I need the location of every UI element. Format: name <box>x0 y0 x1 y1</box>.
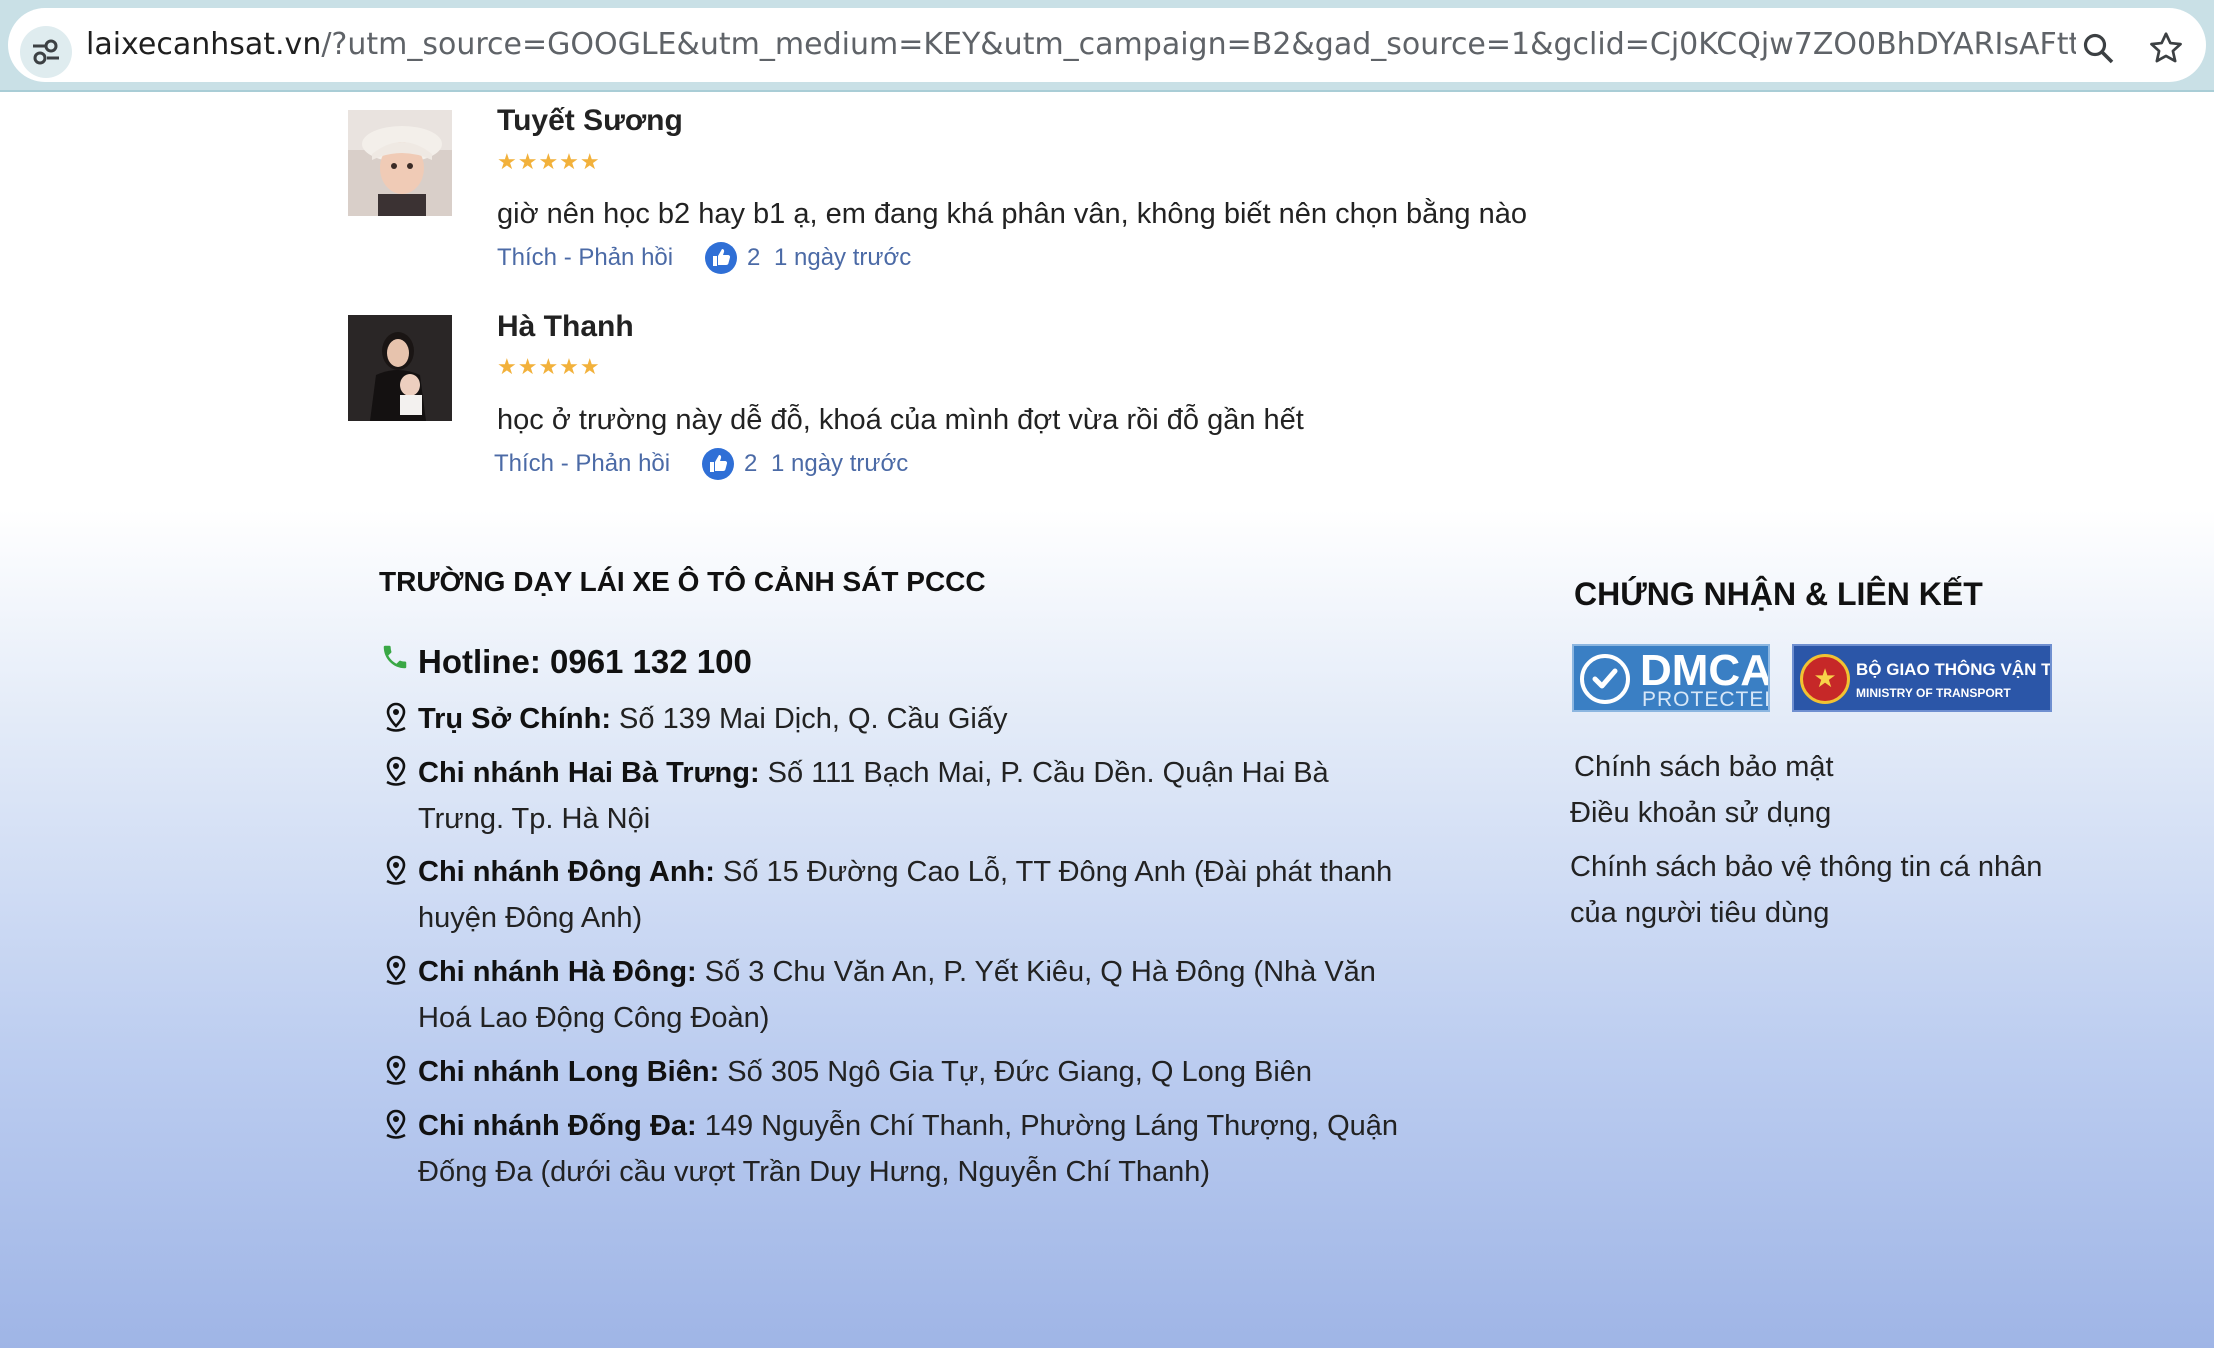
thumbs-up-icon[interactable] <box>704 241 738 282</box>
url-host: laixecanhsat.vn <box>86 27 322 62</box>
consumer-data-policy-link[interactable]: Chính sách bảo vệ thông tin cá nhân của … <box>1570 844 2050 936</box>
address-label: Chi nhánh Đống Đa: <box>418 1110 697 1142</box>
ministry-name-en: MINISTRY OF TRANSPORT <box>1856 686 2011 700</box>
comment-meta: Thích - Phản hồi 2 1 ngày trước <box>497 242 997 278</box>
address-item: Chi nhánh Hai Bà Trưng: Số 111 Bạch Mai,… <box>380 750 1400 842</box>
terms-of-use-link[interactable]: Điều khoản sử dụng <box>1570 790 1831 836</box>
comment-time: 1 ngày trước <box>771 450 909 477</box>
phone-icon <box>380 642 410 680</box>
address-bar[interactable]: laixecanhsat.vn/?utm_source=GOOGLE&utm_m… <box>8 8 2206 82</box>
school-title: TRƯỜNG DẠY LÁI XE Ô TÔ CẢNH SÁT PCCC <box>379 566 986 597</box>
address-label: Chi nhánh Hai Bà Trưng: <box>418 757 760 789</box>
ministry-name-vi: BỘ GIAO THÔNG VẬN TẢI <box>1856 660 2052 679</box>
avatar <box>348 110 452 216</box>
address-item: Trụ Sở Chính: Số 139 Mai Dịch, Q. Cầu Gi… <box>380 696 1400 742</box>
site-info-icon[interactable] <box>20 26 72 78</box>
address-label: Chi nhánh Hà Đông: <box>418 956 697 988</box>
like-count: 2 <box>747 244 761 271</box>
like-reply-link[interactable]: Thích - Phản hồi <box>497 244 673 272</box>
address-label: Chi nhánh Long Biên: <box>418 1056 720 1088</box>
url-text[interactable]: laixecanhsat.vn/?utm_source=GOOGLE&utm_m… <box>86 8 2076 82</box>
commenter-name: Tuyết Sương <box>497 104 683 137</box>
address-label: Chi nhánh Đông Anh: <box>418 856 715 888</box>
address-item: Chi nhánh Long Biên: Số 305 Ngô Gia Tự, … <box>380 1049 1400 1095</box>
map-pin-icon <box>384 702 408 748</box>
zoom-icon[interactable] <box>2082 32 2116 70</box>
address-text: Số 305 Ngô Gia Tự, Đức Giang, Q Long Biê… <box>719 1056 1313 1088</box>
check-circle-icon <box>1580 654 1630 704</box>
browser-toolbar: laixecanhsat.vn/?utm_source=GOOGLE&utm_m… <box>0 0 2214 92</box>
comment-text: giờ nên học b2 hay b1 ạ, em đang khá phâ… <box>497 198 1527 230</box>
site-footer: TRƯỜNG DẠY LÁI XE Ô TÔ CẢNH SÁT PCCC Hot… <box>0 510 2214 1348</box>
map-pin-icon <box>384 955 408 1001</box>
map-pin-icon <box>384 1109 408 1155</box>
cert-title: CHỨNG NHẬN & LIÊN KẾT <box>1574 576 1983 612</box>
like-count: 2 <box>744 450 758 477</box>
dmca-protected-text: PROTECTED <box>1642 688 1770 711</box>
dmca-badge[interactable]: DMCA PROTECTED <box>1572 644 1770 712</box>
address-label: Trụ Sở Chính: <box>418 703 611 735</box>
comment-text: học ở trường này dễ đỗ, khoá của mình đợ… <box>497 404 1304 436</box>
avatar <box>348 315 452 421</box>
privacy-policy-link[interactable]: Chính sách bảo mật <box>1574 744 1834 790</box>
commenter-name: Hà Thanh <box>497 310 634 343</box>
national-emblem-icon: ★ <box>1800 654 1850 704</box>
map-pin-icon <box>384 756 408 802</box>
hotline-number: Hotline: 0961 132 100 <box>418 643 752 680</box>
ministry-transport-badge[interactable]: ★ BỘ GIAO THÔNG VẬN TẢI MINISTRY OF TRAN… <box>1792 644 2052 712</box>
comment-meta: Thích - Phản hồi 2 1 ngày trước <box>494 448 994 484</box>
comment-time: 1 ngày trước <box>774 244 912 271</box>
map-pin-icon <box>384 1055 408 1101</box>
address-item: Chi nhánh Hà Đông: Số 3 Chu Văn An, P. Y… <box>380 949 1400 1041</box>
map-pin-icon <box>384 855 408 901</box>
star-rating-icon: ★★★★★ <box>497 150 601 175</box>
address-text: Số 139 Mai Dịch, Q. Cầu Giấy <box>611 703 1008 735</box>
address-item: Chi nhánh Đông Anh: Số 15 Đường Cao Lỗ, … <box>380 849 1400 941</box>
star-rating-icon: ★★★★★ <box>497 355 601 380</box>
address-item: Chi nhánh Đống Đa: 149 Nguyễn Chí Thanh,… <box>380 1103 1400 1195</box>
like-reply-link[interactable]: Thích - Phản hồi <box>494 450 670 478</box>
bookmark-star-icon[interactable] <box>2148 30 2184 70</box>
thumbs-up-icon[interactable] <box>701 447 735 488</box>
url-path: /?utm_source=GOOGLE&utm_medium=KEY&utm_c… <box>321 27 2076 62</box>
